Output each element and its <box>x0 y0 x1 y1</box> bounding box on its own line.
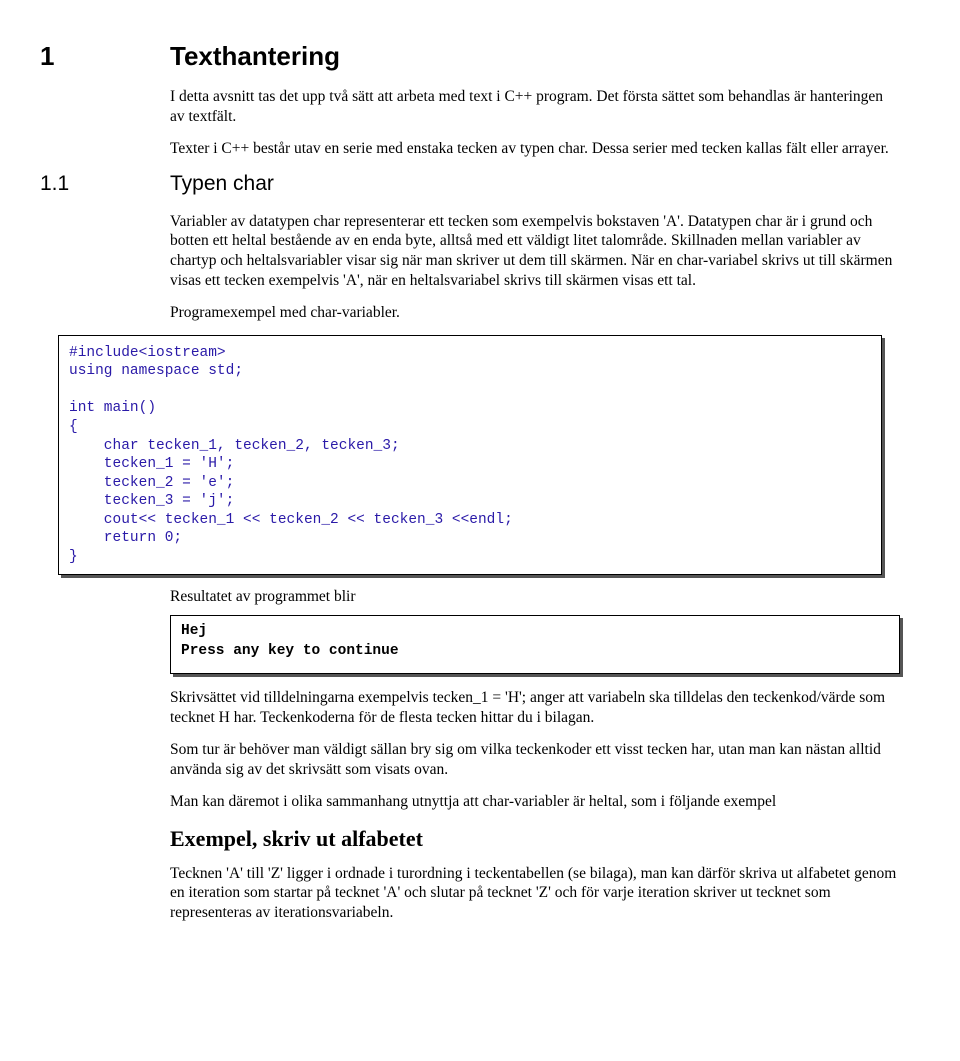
paragraph: Som tur är behöver man väldigt sällan br… <box>170 740 900 780</box>
code-block: #include<iostream> using namespace std; … <box>58 335 882 576</box>
paragraph: Resultatet av programmet blir <box>170 587 900 607</box>
heading-1-number: 1 <box>40 40 170 73</box>
paragraph: Variabler av datatypen char representera… <box>170 212 900 291</box>
heading-3: Exempel, skriv ut alfabetet <box>170 825 900 853</box>
paragraph: Man kan däremot i olika sammanhang utnyt… <box>170 792 900 812</box>
heading-1-title: Texthantering <box>170 40 340 73</box>
paragraph: Skrivsättet vid tilldelningarna exempelv… <box>170 688 900 728</box>
heading-2-title: Typen char <box>170 171 274 198</box>
heading-1: 1 Texthantering <box>40 40 900 73</box>
heading-2: 1.1 Typen char <box>40 171 900 198</box>
paragraph: I detta avsnitt tas det upp två sätt att… <box>170 87 900 127</box>
heading-2-number: 1.1 <box>40 171 170 198</box>
output-block: Hej Press any key to continue <box>170 615 900 674</box>
paragraph: Programexempel med char-variabler. <box>170 303 900 323</box>
paragraph: Texter i C++ består utav en serie med en… <box>170 139 900 159</box>
paragraph: Tecknen 'A' till 'Z' ligger i ordnade i … <box>170 864 900 923</box>
